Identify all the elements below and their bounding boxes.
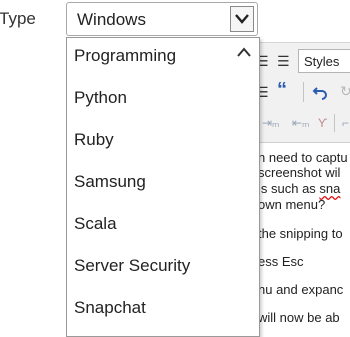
dropdown-option[interactable]: Samsung: [74, 172, 146, 192]
dropdown-option[interactable]: Programming: [74, 46, 176, 66]
chevron-down-icon: [235, 14, 249, 24]
type-select-value: Windows: [77, 10, 146, 29]
undo-icon[interactable]: [312, 84, 328, 100]
quote-icon[interactable]: “: [277, 80, 287, 100]
indent-icon[interactable]: ⇥ₘ: [262, 116, 280, 130]
editor-line: own menu?: [258, 197, 326, 212]
dropdown-option[interactable]: Ruby: [74, 130, 114, 150]
dropdown-option[interactable]: Python: [74, 88, 127, 108]
type-dropdown-list[interactable]: Programming Python Ruby Samsung Scala Se…: [66, 37, 260, 337]
editor-line: screenshot wil: [258, 165, 341, 180]
editor-line: the snipping to: [258, 226, 343, 241]
misspelled-word[interactable]: sna: [319, 181, 340, 196]
dropdown-option[interactable]: Scala: [74, 214, 117, 234]
styles-select[interactable]: Styles: [298, 49, 350, 73]
list-icon[interactable]: ☰: [277, 54, 290, 68]
tool-icon[interactable]: ⌐: [342, 116, 349, 130]
editor-line-text: ls such as: [258, 181, 320, 196]
editor-line: n need to captu: [258, 150, 348, 165]
editor-line: will now be ab: [258, 310, 340, 325]
redo-icon[interactable]: ↻: [340, 84, 350, 98]
type-select[interactable]: Windows: [66, 2, 258, 36]
outdent-icon[interactable]: ⇤ₘ: [292, 116, 310, 130]
toolbar-separator: [303, 82, 304, 102]
type-field-label: Type: [0, 9, 36, 28]
editor-line: nu and expanc: [258, 282, 344, 297]
filter-icon[interactable]: Ƴ: [318, 116, 327, 130]
dropdown-option[interactable]: Snapchat: [74, 298, 146, 318]
editor-line: ls such as sna: [258, 181, 340, 196]
select-toggle-button[interactable]: [230, 6, 254, 32]
editor-line: ess Esc: [258, 254, 304, 269]
chevron-up-icon[interactable]: [234, 44, 254, 62]
toolbar-separator: [334, 114, 335, 132]
dropdown-option[interactable]: Server Security: [74, 256, 190, 276]
